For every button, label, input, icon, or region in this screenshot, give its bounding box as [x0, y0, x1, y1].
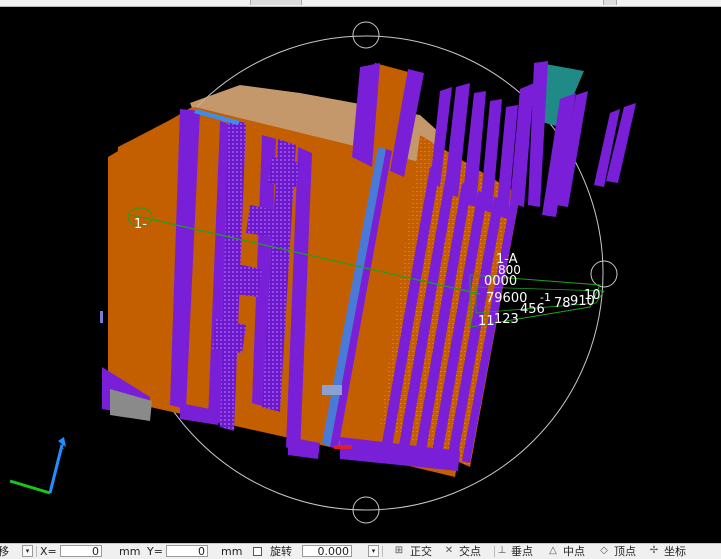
- status-bar: 移 ▾ X= 0 mm Y= 0 mm 旋转 0.000 ▾ ⊞ 正交 ✕ 交点…: [0, 543, 721, 559]
- midpoint-toggle[interactable]: 中点: [563, 545, 585, 558]
- rotate-checkbox[interactable]: [253, 547, 262, 556]
- x-label: X=: [40, 545, 57, 558]
- dimension-text: 123: [494, 312, 519, 327]
- intersection-toggle[interactable]: 交点: [459, 545, 481, 558]
- axis-label: 1-: [134, 217, 147, 232]
- vertex-toggle[interactable]: 顶点: [614, 545, 636, 558]
- dimension-text: 78: [554, 296, 571, 311]
- x-unit: mm: [119, 545, 141, 558]
- orbit-grip-right: [590, 260, 618, 288]
- red-marker: [334, 445, 352, 449]
- x-axis-icon: [9, 479, 51, 495]
- vertex-icon[interactable]: ◇: [598, 545, 610, 557]
- axis-gizmo: z: [9, 437, 66, 495]
- perpendicular-icon[interactable]: ⊥: [496, 545, 508, 557]
- rotate-label: 旋转: [270, 545, 292, 558]
- toolbar-button[interactable]: [250, 0, 302, 5]
- mode-label: 移: [0, 545, 9, 558]
- building-model-scene[interactable]: 1- 1-A 800 0000 79600 -1 10 11 123 456 7…: [0, 7, 721, 543]
- perpendicular-toggle[interactable]: 垂点: [511, 545, 533, 558]
- midpoint-icon[interactable]: △: [547, 545, 559, 557]
- ortho-toggle[interactable]: 正交: [410, 545, 432, 558]
- 3d-model-viewport[interactable]: 1- 1-A 800 0000 79600 -1 10 11 123 456 7…: [0, 7, 721, 543]
- dimension-text: 456: [520, 302, 545, 317]
- coordinate-toggle[interactable]: 坐标: [664, 545, 686, 558]
- mode-dropdown[interactable]: ▾: [22, 545, 33, 557]
- dimension-text: 11: [478, 314, 495, 329]
- toolbar-button[interactable]: [603, 0, 617, 5]
- ortho-grid-icon[interactable]: ⊞: [393, 545, 405, 557]
- dimension-text: 0000: [484, 274, 517, 289]
- top-toolbar-strip: [0, 0, 721, 7]
- z-axis-icon: [48, 444, 64, 494]
- y-input[interactable]: 0: [166, 545, 208, 558]
- dimension-text: 910: [570, 294, 595, 309]
- intersection-icon[interactable]: ✕: [443, 545, 455, 557]
- y-unit: mm: [221, 545, 243, 558]
- rotate-stepper[interactable]: ▾: [368, 545, 379, 557]
- rotate-input[interactable]: 0.000: [302, 545, 352, 558]
- orbit-grip-top: [352, 21, 380, 49]
- coordinate-icon[interactable]: ✢: [648, 545, 660, 557]
- svg-text:z: z: [60, 442, 64, 451]
- x-input[interactable]: 0: [60, 545, 102, 558]
- y-label: Y=: [147, 545, 163, 558]
